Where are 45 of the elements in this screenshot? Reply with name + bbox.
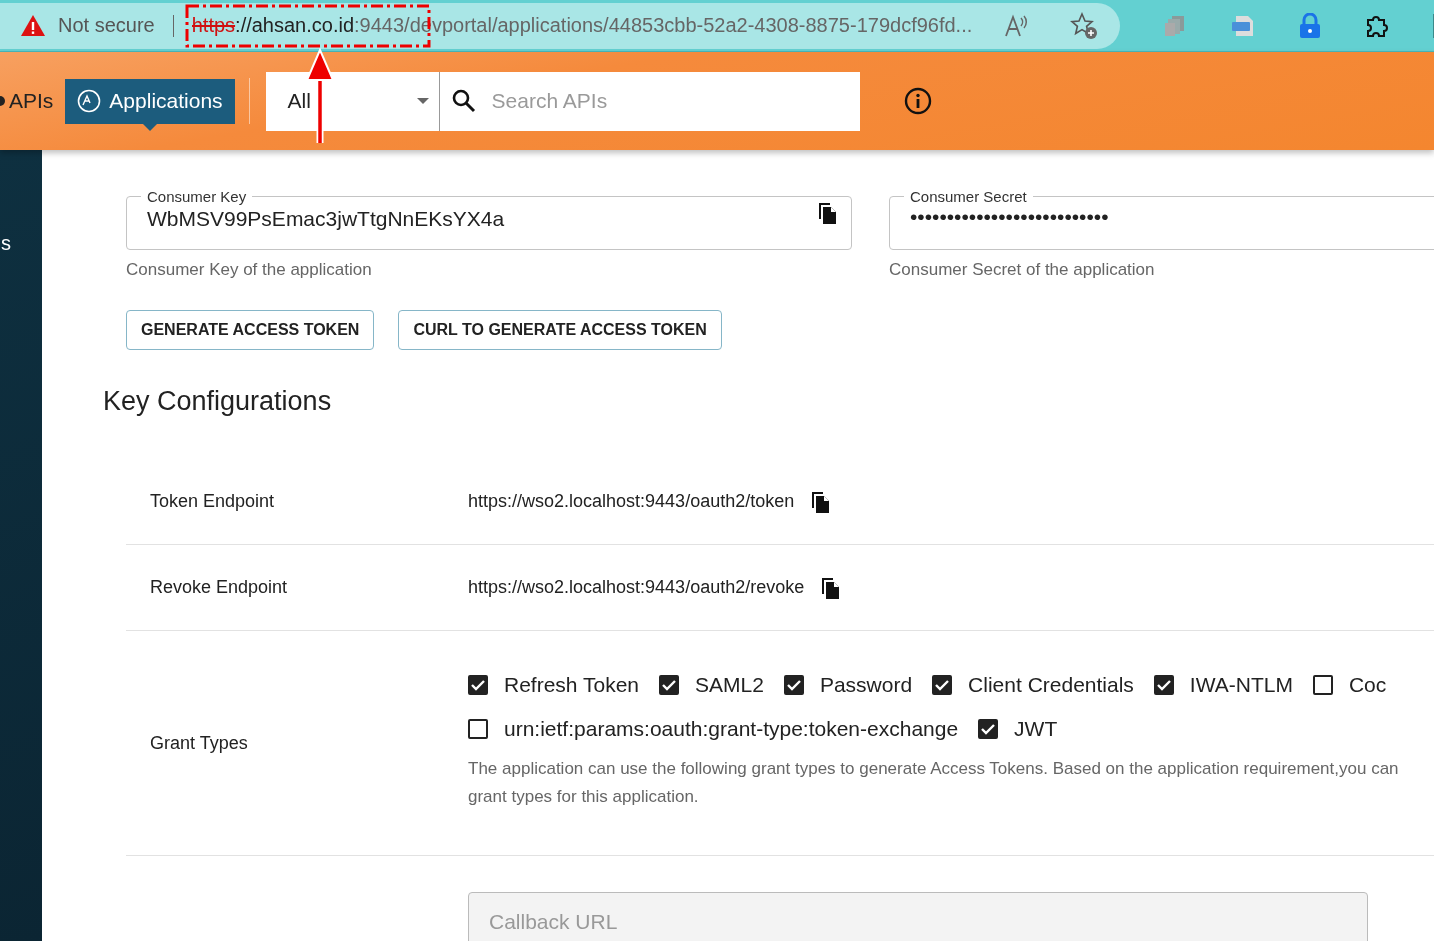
endpoint-url: https://wso2.localhost:9443/oauth2/revoke [468, 577, 805, 598]
description-text: The application can use the following grant types to generate Access Tokens. Based on the application requirement,you can [468, 758, 1400, 780]
grant-type-checkbox[interactable]: IWA-NTLM [1153, 673, 1293, 697]
row-label: Revoke Endpoint [149, 577, 289, 598]
grant-type-checkbox[interactable]: urn:ietf:params:oauth:grant-type:token-exchange [468, 717, 959, 741]
helper-text: Consumer Secret of the application [889, 260, 1156, 280]
callback-url-field[interactable]: Callback URL [468, 892, 1368, 941]
warning-icon [20, 14, 46, 37]
checkmark-icon [935, 679, 950, 691]
grant-type-checkbox[interactable]: SAML2 [659, 673, 764, 697]
add-favorite-icon[interactable] [1070, 11, 1098, 40]
search-field[interactable]: Search APIs [439, 71, 860, 131]
address-bar-url[interactable]: https://ahsan.co.id:9443/devportal/applications/44853cbb-52a2-4308-8875-179dcf96fd... [191, 14, 992, 37]
copy-icon[interactable] [817, 201, 837, 225]
checkmark-icon [981, 723, 996, 735]
copy-icon[interactable] [820, 575, 841, 600]
grant-type-checkbox[interactable]: Client Credentials [932, 673, 1134, 697]
lock-icon[interactable] [1299, 12, 1321, 39]
info-icon[interactable] [903, 87, 932, 115]
copy-icon[interactable] [810, 489, 831, 514]
row-label: Token Endpoint [149, 491, 276, 512]
grant-type-checkbox[interactable]: Password [783, 673, 913, 697]
description-text: grant types for this application. [468, 786, 700, 808]
app-icon [77, 89, 102, 113]
grant-type-checkbox[interactable]: Coc [1312, 673, 1387, 697]
search-icon [451, 89, 476, 113]
endpoint-url: https://wso2.localhost:9443/oauth2/token [468, 491, 795, 512]
helper-text: Consumer Key of the application [126, 260, 373, 280]
tab-pointer [142, 123, 157, 131]
checkmark-icon [471, 679, 485, 691]
checkmark-icon [662, 679, 677, 691]
dropdown-caret-icon [416, 98, 429, 104]
action-button[interactable]: CURL TO GENERATE ACCESS TOKEN [398, 310, 722, 350]
row-label: Grant Types [149, 732, 249, 754]
action-button[interactable]: GENERATE ACCESS TOKEN [126, 310, 375, 350]
grant-type-checkbox[interactable]: Refresh Token [468, 673, 640, 697]
checkmark-icon [786, 679, 801, 691]
sidebar-label[interactable]: s [1, 232, 11, 255]
read-aloud-icon[interactable] [1004, 13, 1030, 38]
security-status[interactable]: Not secure [58, 14, 155, 37]
checkmark-icon [1156, 679, 1171, 691]
category-select[interactable]: All [265, 71, 440, 131]
nav-tab[interactable]: APIs [0, 78, 66, 124]
section-title: Key Configurations [103, 386, 333, 417]
grant-type-checkbox[interactable]: JWT [978, 717, 1058, 741]
